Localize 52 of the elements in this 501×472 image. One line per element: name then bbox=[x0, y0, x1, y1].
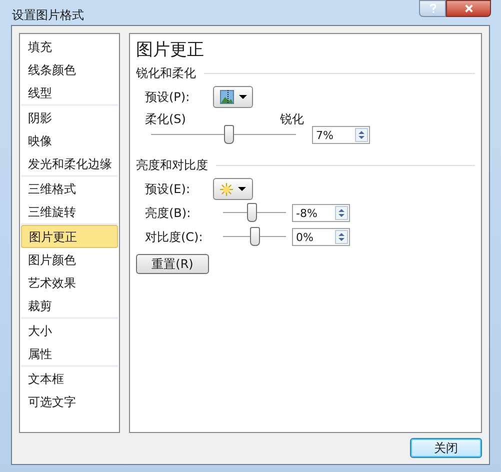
sidebar-item[interactable]: 三维旋转 bbox=[21, 200, 118, 223]
field-label: 预设(P): bbox=[145, 89, 191, 106]
spin-field[interactable]: -8% bbox=[292, 204, 350, 222]
spin-arrows-icon[interactable] bbox=[335, 206, 348, 220]
section-heading: 锐化和柔化 bbox=[136, 65, 196, 82]
spin-value: 0% bbox=[295, 232, 314, 242]
image-icon bbox=[220, 90, 234, 104]
spin-value: -8% bbox=[295, 208, 318, 218]
preset-dropdown[interactable] bbox=[213, 86, 253, 108]
slider-label: 锐化 bbox=[280, 111, 304, 128]
sidebar-item[interactable]: 大小 bbox=[21, 319, 118, 342]
panel-title: 图片更正 bbox=[136, 39, 205, 62]
spin-arrows-icon[interactable] bbox=[335, 230, 348, 244]
spin-field[interactable]: 7% bbox=[312, 126, 370, 144]
sidebar-item[interactable]: 线条颜色 bbox=[21, 58, 118, 81]
sidebar-item[interactable]: 阴影 bbox=[21, 106, 118, 129]
sidebar-item[interactable]: 填充 bbox=[21, 35, 118, 58]
sun-icon bbox=[220, 182, 233, 196]
section-heading: 亮度和对比度 bbox=[136, 157, 208, 174]
sidebar-item[interactable]: 文本框 bbox=[21, 367, 118, 390]
sidebar-item[interactable]: 可选文字 bbox=[21, 390, 118, 413]
sidebar-item[interactable]: 属性 bbox=[21, 342, 118, 365]
slider[interactable] bbox=[223, 202, 286, 224]
window-title: 设置图片格式 bbox=[12, 7, 84, 24]
slider[interactable] bbox=[223, 226, 286, 248]
sidebar-item[interactable]: 线型 bbox=[21, 81, 118, 104]
spin-value: 7% bbox=[315, 130, 334, 140]
sidebar-item[interactable]: 图片颜色 bbox=[21, 248, 118, 271]
close-button[interactable]: 关闭 bbox=[410, 438, 482, 458]
slider[interactable] bbox=[151, 124, 296, 146]
help-button[interactable] bbox=[419, 0, 446, 17]
slider-label: 柔化(S) bbox=[145, 111, 187, 128]
slider-label: 对比度(C): bbox=[145, 229, 204, 246]
caret-icon bbox=[238, 187, 246, 191]
slider-label: 亮度(B): bbox=[145, 205, 192, 222]
slider-thumb[interactable] bbox=[250, 227, 260, 246]
sidebar-item[interactable]: 图片更正 bbox=[21, 225, 118, 248]
close-window-button[interactable] bbox=[446, 0, 491, 17]
slider-thumb[interactable] bbox=[246, 203, 257, 222]
spin-arrows-icon[interactable] bbox=[355, 128, 368, 142]
slider-thumb[interactable] bbox=[224, 125, 234, 144]
reset-button[interactable]: 重置(R) bbox=[136, 254, 209, 274]
sidebar-item[interactable]: 裁剪 bbox=[21, 294, 118, 317]
caret-icon bbox=[238, 95, 246, 99]
field-label: 预设(E): bbox=[145, 181, 191, 198]
sidebar-item[interactable]: 映像 bbox=[21, 129, 118, 152]
sidebar-item[interactable]: 艺术效果 bbox=[21, 271, 118, 294]
sidebar-item[interactable]: 发光和柔化边缘 bbox=[21, 152, 118, 175]
spin-field[interactable]: 0% bbox=[292, 228, 350, 246]
sidebar-item[interactable]: 三维格式 bbox=[21, 177, 118, 200]
close-icon bbox=[464, 4, 474, 13]
help-icon bbox=[428, 3, 436, 14]
